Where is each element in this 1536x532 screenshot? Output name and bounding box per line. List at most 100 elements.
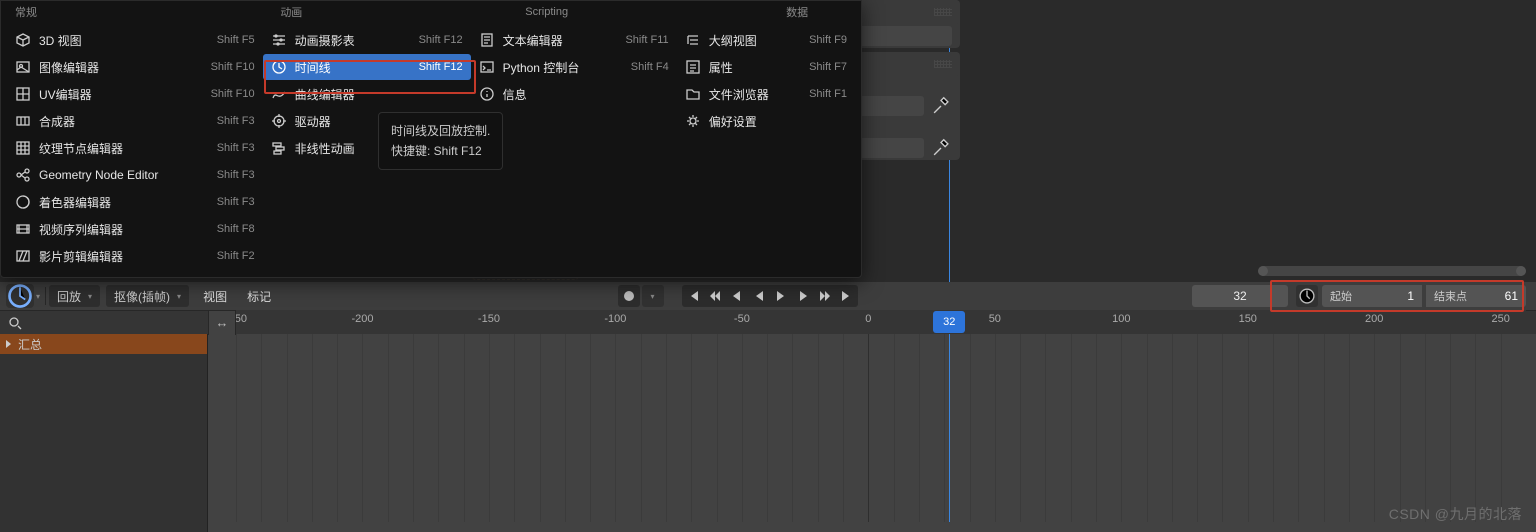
menu-item[interactable]: 图像编辑器 Shift F10 [7,54,263,80]
frame-start-field[interactable]: 起始1 [1322,285,1422,307]
menu-item[interactable]: 着色器编辑器 Shift F3 [7,189,263,215]
menu-item-label: UV编辑器 [39,86,203,103]
menu-item-label: 纹理节点编辑器 [39,140,209,157]
menu-item[interactable]: Geometry Node Editor Shift F3 [7,162,263,188]
menu-item-shortcut: Shift F3 [217,169,255,181]
nla-icon [271,140,287,156]
playhead-frame-badge[interactable]: 32 [933,311,965,333]
play-button[interactable] [771,286,791,306]
menu-header-animation: 动画 [233,4,340,20]
jump-next-key-button[interactable] [815,286,835,306]
menu-item[interactable]: 合成器 Shift F3 [7,108,263,134]
current-frame-field[interactable]: 32 [1192,285,1288,307]
menu-item-shortcut: Shift F5 [217,34,255,46]
menu-item-shortcut: Shift F7 [809,61,847,73]
menu-item-label: 信息 [503,86,661,103]
compositor-icon [15,113,31,129]
menu-item[interactable]: 视频序列编辑器 Shift F8 [7,216,263,242]
timeline-ruler[interactable]: -250-200-150-100-5005010015020025032 [236,310,1526,334]
preferences-icon [685,113,701,129]
menu-item[interactable]: 信息 [471,81,677,107]
python-console-icon [479,59,495,75]
viewport-hscroll[interactable] [1258,266,1526,276]
grip-icon[interactable] [934,60,952,68]
disclosure-icon[interactable] [6,340,11,348]
menu-item[interactable]: 文件浏览器 Shift F1 [677,81,855,107]
ruler-tick: 100 [1112,313,1130,325]
transport-controls [682,285,858,307]
drivers-icon [271,113,287,129]
ruler-tick: -150 [478,313,500,325]
menu-item-label: 文本编辑器 [503,32,618,49]
menu-item[interactable]: 时间线 Shift F12 [263,54,471,80]
menu-item[interactable]: 影片剪辑编辑器 Shift F2 [7,243,263,269]
prev-frame-button[interactable] [727,286,747,306]
menu-item[interactable]: 动画摄影表 Shift F12 [263,27,471,53]
menu-item-shortcut: Shift F8 [217,223,255,235]
menu-item-label: 时间线 [295,59,411,76]
grip-icon[interactable] [934,8,952,16]
menu-item-label: 曲线编辑器 [295,86,455,103]
playback-menu[interactable]: 回放▾ [49,285,100,307]
clip-editor-icon [15,248,31,264]
ruler-tick: 50 [989,313,1001,325]
menu-item[interactable]: 属性 Shift F7 [677,54,855,80]
jump-end-button[interactable] [837,286,857,306]
vse-icon [15,221,31,237]
menu-item[interactable]: UV编辑器 Shift F10 [7,81,263,107]
ruler-tick: -100 [604,313,626,325]
ruler-tick: 200 [1365,313,1383,325]
menu-header-general: 常规 [11,4,63,20]
menu-item[interactable]: 纹理节点编辑器 Shift F3 [7,135,263,161]
timeline-grid[interactable] [236,334,1526,522]
play-reverse-button[interactable] [749,286,769,306]
menu-header-scripting: Scripting [480,6,603,18]
tooltip-line: 时间线及回放控制. [391,121,490,141]
jump-start-button[interactable] [683,286,703,306]
menu-item-shortcut: Shift F3 [217,142,255,154]
menu-item-shortcut: Shift F3 [217,196,255,208]
region-resize-handle[interactable]: ↔ [208,311,236,335]
menu-item-label: 大纲视图 [709,32,801,49]
menu-item[interactable]: 文本编辑器 Shift F11 [471,27,677,53]
view-menu[interactable]: 视图 [195,285,235,307]
menu-item[interactable]: 3D 视图 Shift F5 [7,27,263,53]
text-editor-icon [479,32,495,48]
frame-end-field[interactable]: 结束点61 [1426,285,1526,307]
menu-item[interactable]: Python 控制台 Shift F4 [471,54,677,80]
auto-key-mode[interactable]: ▾ [642,285,664,307]
summary-row[interactable]: 汇总 [0,334,207,354]
file-browser-icon [685,86,701,102]
menu-item[interactable]: 偏好设置 [677,108,855,134]
uv-editor-icon [15,86,31,102]
menu-item-shortcut: Shift F3 [217,115,255,127]
timeline-icon [271,59,287,75]
menu-item-shortcut: Shift F4 [631,61,669,73]
image-editor-icon [15,59,31,75]
menu-item-shortcut: Shift F10 [211,88,255,100]
ruler-tick: -50 [734,313,750,325]
channel-search-input[interactable] [24,316,202,330]
menu-item[interactable]: 曲线编辑器 [263,81,471,107]
use-preview-range-toggle[interactable] [1296,285,1318,307]
auto-key-toggle[interactable] [618,285,640,307]
jump-prev-key-button[interactable] [705,286,725,306]
menu-item-label: 属性 [709,59,801,76]
ruler-tick: -200 [351,313,373,325]
menu-item[interactable]: 大纲视图 Shift F9 [677,27,855,53]
eyedropper-icon[interactable] [930,137,952,159]
editor-type-button[interactable] [6,284,34,308]
keying-menu[interactable]: 抠像(插帧)▾ [106,285,189,307]
marker-menu[interactable]: 标记 [239,285,279,307]
info-icon [479,86,495,102]
ruler-tick: 150 [1239,313,1257,325]
menu-item-label: 视频序列编辑器 [39,221,209,238]
playhead[interactable] [949,334,950,522]
menu-item-label: 文件浏览器 [709,86,801,103]
menu-header-data: 数据 [733,4,851,20]
eyedropper-icon[interactable] [930,95,952,117]
ruler-tick: 0 [865,313,871,325]
dopesheet-icon [271,32,287,48]
next-frame-button[interactable] [793,286,813,306]
menu-item-label: 动画摄影表 [295,32,411,49]
